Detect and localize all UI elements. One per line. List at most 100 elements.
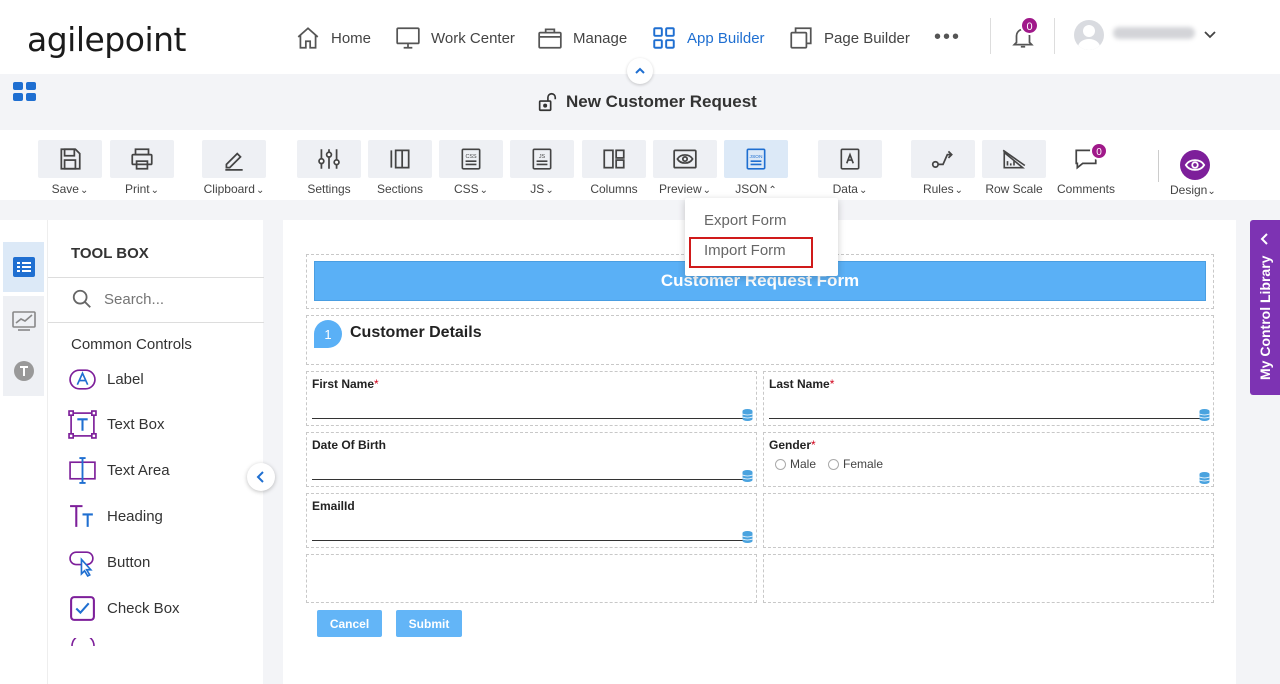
nav-page-builder-label: Page Builder bbox=[824, 29, 910, 47]
data-icon bbox=[840, 148, 860, 170]
toolbar-row-scale[interactable]: Row Scale bbox=[981, 140, 1047, 196]
username-redacted[interactable] bbox=[1113, 27, 1195, 39]
toolbar-divider bbox=[1158, 150, 1159, 182]
control-button-text: Button bbox=[107, 554, 151, 571]
textbox-icon bbox=[68, 410, 97, 439]
toolbar-sections-label: Sections bbox=[376, 182, 424, 196]
nav-work-center-label: Work Center bbox=[431, 29, 515, 47]
design-label: Design bbox=[1170, 183, 1208, 197]
control-check-box[interactable]: Check Box bbox=[68, 594, 180, 623]
toolbar-save[interactable]: Save⌄ bbox=[37, 140, 103, 196]
toolbar-json-label: JSON bbox=[735, 182, 768, 196]
text-t-icon bbox=[13, 361, 34, 381]
rail-themes[interactable] bbox=[3, 346, 44, 396]
control-label[interactable]: Label bbox=[68, 365, 144, 394]
section-number-badge: 1 bbox=[314, 320, 342, 348]
toolbar-settings-label: Settings bbox=[307, 182, 351, 196]
collapse-header-button[interactable] bbox=[627, 58, 653, 84]
logo: agilepoint bbox=[27, 20, 186, 59]
nav-manage-label: Manage bbox=[573, 29, 628, 47]
more-menu-icon[interactable]: ••• bbox=[934, 26, 961, 49]
toolbar-rules[interactable]: Rules⌄ bbox=[910, 140, 976, 196]
checkbox-icon bbox=[70, 596, 95, 621]
nav-manage[interactable]: Manage bbox=[537, 24, 627, 52]
page-title: New Customer Request bbox=[536, 91, 757, 113]
field-cell[interactable] bbox=[763, 493, 1214, 548]
toolbar-print[interactable]: Print⌄ bbox=[109, 140, 175, 196]
nav-work-center[interactable]: Work Center bbox=[395, 24, 515, 52]
toolbar-save-label: Save bbox=[51, 182, 79, 196]
control-heading-text: Heading bbox=[107, 508, 163, 525]
database-icon[interactable] bbox=[742, 470, 753, 482]
toolbar-comments[interactable]: Comments bbox=[1053, 140, 1119, 196]
avatar[interactable] bbox=[1074, 20, 1104, 50]
toolbox-group-title: Common Controls bbox=[71, 336, 192, 353]
control-text-box[interactable]: Text Box bbox=[68, 410, 165, 439]
email-input[interactable] bbox=[312, 540, 752, 541]
toolbar-css[interactable]: CSS CSS⌄ bbox=[438, 140, 504, 196]
json-file-icon: JSON bbox=[746, 148, 766, 170]
toolbar-columns[interactable]: Columns bbox=[581, 140, 647, 196]
toolbar-columns-label: Columns bbox=[590, 182, 638, 196]
database-icon[interactable] bbox=[742, 531, 753, 543]
toolbar-settings[interactable]: Settings bbox=[296, 140, 362, 196]
control-heading[interactable]: Heading bbox=[68, 502, 163, 531]
database-icon[interactable] bbox=[1199, 472, 1210, 484]
gender-option-female[interactable]: Female bbox=[828, 457, 883, 471]
toolbar-clipboard[interactable]: Clipboard⌄ bbox=[201, 140, 267, 196]
toolbar-js[interactable]: JS JS⌄ bbox=[509, 140, 575, 196]
toolbar-preview[interactable]: Preview⌄ bbox=[652, 140, 718, 196]
section-title[interactable]: Customer Details bbox=[350, 324, 482, 342]
dob-label: Date Of Birth bbox=[312, 438, 387, 452]
toolbar-css-label: CSS bbox=[453, 182, 479, 196]
rules-icon bbox=[931, 150, 953, 168]
field-cell[interactable] bbox=[306, 554, 757, 603]
menu-item-export-form[interactable]: Export Form bbox=[704, 212, 787, 229]
chart-icon bbox=[11, 311, 36, 331]
control-text-area[interactable]: Text Area bbox=[68, 456, 170, 485]
toolbox-search-input[interactable] bbox=[104, 291, 244, 308]
nav-app-builder[interactable]: App Builder bbox=[651, 24, 765, 52]
nav-divider bbox=[1054, 18, 1055, 54]
toolbar-js-label: JS bbox=[530, 182, 545, 196]
button-cursor-icon bbox=[69, 551, 94, 577]
js-file-icon: JS bbox=[532, 148, 552, 170]
database-icon[interactable] bbox=[742, 409, 753, 421]
design-eye-icon[interactable] bbox=[1180, 150, 1210, 180]
toolbar-comments-label: Comments bbox=[1056, 182, 1115, 196]
toolbar-sections[interactable]: Sections bbox=[367, 140, 433, 196]
app-grid-icon[interactable] bbox=[13, 82, 37, 102]
list-icon bbox=[12, 257, 35, 277]
label-icon bbox=[69, 369, 96, 390]
field-cell[interactable] bbox=[763, 554, 1214, 603]
toolbar-data[interactable]: Data⌄ bbox=[817, 140, 883, 196]
svg-text:JS: JS bbox=[539, 154, 546, 160]
database-icon[interactable] bbox=[1199, 409, 1210, 421]
first-name-input[interactable] bbox=[312, 418, 752, 419]
gender-option-male[interactable]: Male bbox=[775, 457, 816, 471]
submit-button[interactable]: Submit bbox=[396, 610, 462, 637]
monitor-icon bbox=[396, 27, 420, 49]
collapse-toolbox-button[interactable] bbox=[247, 463, 275, 491]
toolbar-print-label: Print bbox=[124, 182, 150, 196]
dob-input[interactable] bbox=[312, 479, 752, 480]
columns-icon bbox=[603, 149, 625, 169]
toolbar-json[interactable]: JSON JSON⌃ bbox=[723, 140, 789, 196]
rail-form-controls[interactable] bbox=[3, 242, 44, 292]
toolbox-title: TOOL BOX bbox=[71, 245, 149, 262]
control-button[interactable]: Button bbox=[68, 548, 150, 577]
home-icon bbox=[297, 27, 319, 49]
pages-icon bbox=[790, 27, 812, 49]
nav-app-builder-label: App Builder bbox=[687, 29, 765, 47]
chevron-left-icon[interactable] bbox=[1258, 232, 1272, 246]
last-name-input[interactable] bbox=[769, 418, 1209, 419]
design-menu[interactable]: Design⌄ bbox=[1170, 183, 1216, 197]
nav-home[interactable]: Home bbox=[295, 24, 371, 52]
nav-page-builder[interactable]: Page Builder bbox=[788, 24, 910, 52]
grid-icon bbox=[653, 27, 675, 49]
chevron-down-icon[interactable] bbox=[1202, 26, 1218, 42]
toolbox-panel: TOOL BOX Common Controls Label Text Box … bbox=[47, 220, 264, 684]
cancel-button[interactable]: Cancel bbox=[317, 610, 382, 637]
rail-charts[interactable] bbox=[3, 296, 44, 346]
unlock-icon bbox=[538, 92, 557, 112]
